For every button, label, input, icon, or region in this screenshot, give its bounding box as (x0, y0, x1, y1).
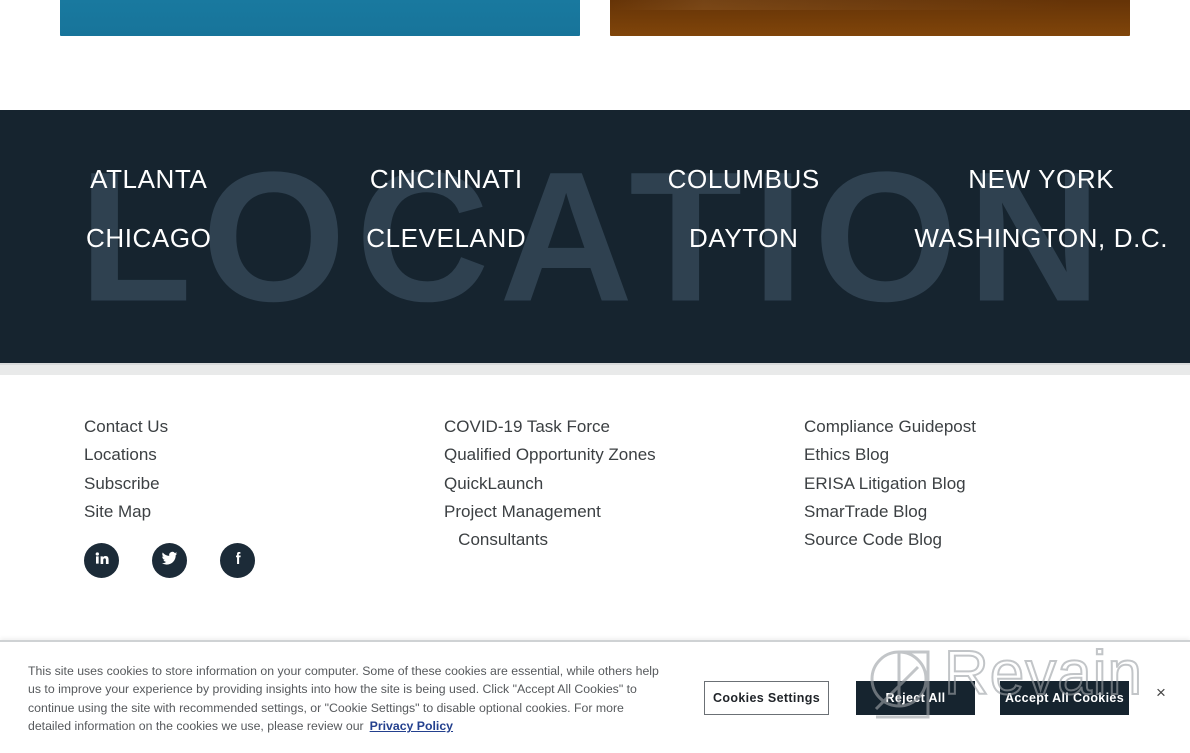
facebook-button[interactable] (220, 543, 255, 578)
footer-link-compliance-guidepost[interactable]: Compliance Guidepost (804, 413, 1174, 441)
cookie-banner-text: This site uses cookies to store informat… (28, 662, 668, 736)
twitter-icon (161, 550, 178, 572)
location-new-york[interactable]: NEW YORK (893, 160, 1190, 199)
footer-column-resources: COVID-19 Task Force Qualified Opportunit… (444, 413, 804, 554)
linkedin-button[interactable] (84, 543, 119, 578)
footer-link-source-code-blog[interactable]: Source Code Blog (804, 526, 1174, 554)
cookie-banner-buttons: Cookies Settings Reject All Accept All C… (704, 681, 1129, 715)
footer-link-covid-19-task-force[interactable]: COVID-19 Task Force (444, 413, 804, 441)
footer-link-quicklaunch[interactable]: QuickLaunch (444, 470, 804, 498)
footer-link-smartrade-blog[interactable]: SmarTrade Blog (804, 498, 1174, 526)
cookie-banner-inner: This site uses cookies to store informat… (0, 642, 1190, 753)
footer-link-qualified-opportunity-zones[interactable]: Qualified Opportunity Zones (444, 441, 804, 469)
location-dayton[interactable]: DAYTON (595, 219, 893, 258)
privacy-policy-link[interactable]: Privacy Policy (370, 719, 453, 733)
reject-all-button[interactable]: Reject All (856, 681, 975, 715)
top-image-cards (0, 0, 1190, 36)
location-cleveland[interactable]: CLEVELAND (298, 219, 596, 258)
social-links (84, 543, 255, 578)
cookie-consent-banner: This site uses cookies to store informat… (0, 640, 1190, 753)
footer-link-ethics-blog[interactable]: Ethics Blog (804, 441, 1174, 469)
facebook-icon (230, 550, 246, 571)
close-icon[interactable]: × (1152, 684, 1170, 702)
footer: Contact Us Locations Subscribe Site Map … (0, 375, 1190, 640)
cookies-settings-button[interactable]: Cookies Settings (704, 681, 829, 715)
footer-link-site-map[interactable]: Site Map (84, 498, 444, 526)
location-columbus[interactable]: COLUMBUS (595, 160, 893, 199)
footer-link-contact-us[interactable]: Contact Us (84, 413, 444, 441)
footer-link-columns: Contact Us Locations Subscribe Site Map … (0, 413, 1190, 554)
footer-column-blogs: Compliance Guidepost Ethics Blog ERISA L… (804, 413, 1174, 554)
locations-grid: ATLANTA CINCINNATI COLUMBUS NEW YORK CHI… (0, 110, 1190, 365)
section-separator (0, 365, 1190, 375)
linkedin-icon (94, 550, 110, 571)
locations-band: LOCATION ATLANTA CINCINNATI COLUMBUS NEW… (0, 110, 1190, 365)
teal-image-card[interactable] (60, 0, 580, 36)
location-cincinnati[interactable]: CINCINNATI (298, 160, 596, 199)
footer-link-locations[interactable]: Locations (84, 441, 444, 469)
twitter-button[interactable] (152, 543, 187, 578)
brown-image-card[interactable] (610, 0, 1130, 36)
accept-all-cookies-button[interactable]: Accept All Cookies (1000, 681, 1129, 715)
footer-link-erisa-litigation-blog[interactable]: ERISA Litigation Blog (804, 470, 1174, 498)
footer-link-subscribe[interactable]: Subscribe (84, 470, 444, 498)
location-washington-dc[interactable]: WASHINGTON, D.C. (893, 219, 1190, 258)
location-chicago[interactable]: CHICAGO (0, 219, 298, 258)
cookie-banner-message: This site uses cookies to store informat… (28, 664, 659, 734)
footer-link-project-management-consultants[interactable]: Project Management Consultants (444, 498, 804, 555)
page-root: LOCATION ATLANTA CINCINNATI COLUMBUS NEW… (0, 0, 1190, 753)
footer-column-site: Contact Us Locations Subscribe Site Map (84, 413, 444, 554)
location-atlanta[interactable]: ATLANTA (0, 160, 298, 199)
